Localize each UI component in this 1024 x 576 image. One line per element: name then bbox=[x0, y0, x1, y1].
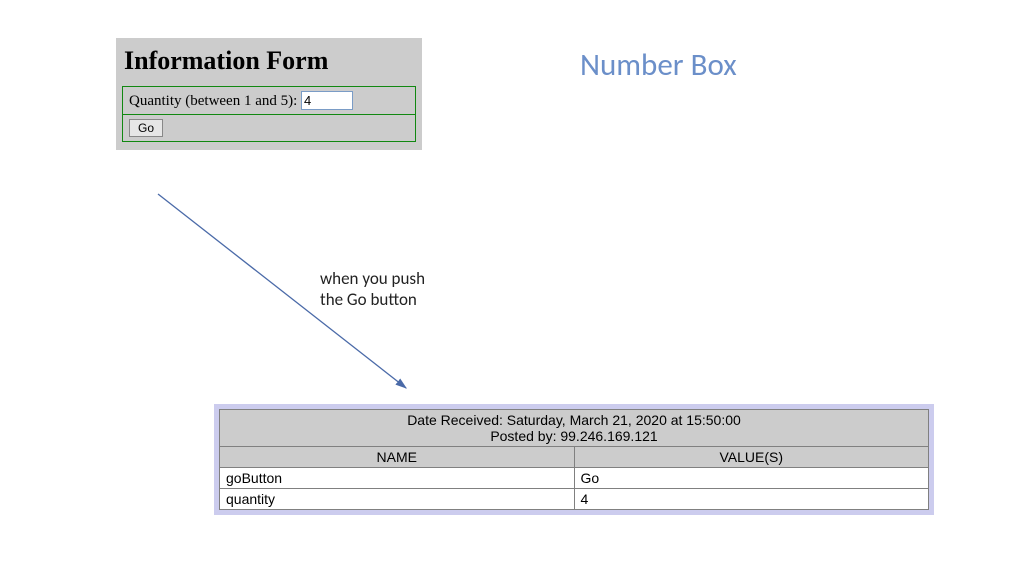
quantity-cell: Quantity (between 1 and 5): bbox=[123, 87, 416, 115]
row-name: goButton bbox=[220, 468, 575, 489]
posted-by-label: Posted by: bbox=[490, 428, 556, 444]
caption-line1: when you push bbox=[320, 268, 425, 289]
form-table: Quantity (between 1 and 5): Go bbox=[122, 86, 416, 142]
result-header: Date Received: Saturday, March 21, 2020 … bbox=[220, 410, 929, 447]
row-value: 4 bbox=[574, 489, 929, 510]
information-form-panel: Information Form Quantity (between 1 and… bbox=[116, 38, 422, 150]
row-name: quantity bbox=[220, 489, 575, 510]
table-row: quantity 4 bbox=[220, 489, 929, 510]
slide-title: Number Box bbox=[580, 46, 737, 84]
table-row: goButton Go bbox=[220, 468, 929, 489]
date-received-value: Saturday, March 21, 2020 at 15:50:00 bbox=[507, 412, 741, 428]
col-values-header: VALUE(S) bbox=[574, 447, 929, 468]
quantity-label: Quantity (between 1 and 5): bbox=[129, 93, 297, 109]
caption-text: when you push the Go button bbox=[320, 268, 425, 311]
form-heading: Information Form bbox=[124, 46, 416, 76]
row-value: Go bbox=[574, 468, 929, 489]
go-button[interactable]: Go bbox=[129, 119, 163, 137]
col-name-header: NAME bbox=[220, 447, 575, 468]
date-received-label: Date Received: bbox=[407, 412, 503, 428]
go-cell: Go bbox=[123, 115, 416, 142]
caption-line2: the Go button bbox=[320, 289, 417, 310]
quantity-stepper[interactable] bbox=[301, 91, 353, 110]
posted-by-value: 99.246.169.121 bbox=[560, 428, 657, 444]
result-panel: Date Received: Saturday, March 21, 2020 … bbox=[214, 404, 934, 515]
result-table: Date Received: Saturday, March 21, 2020 … bbox=[219, 409, 929, 510]
